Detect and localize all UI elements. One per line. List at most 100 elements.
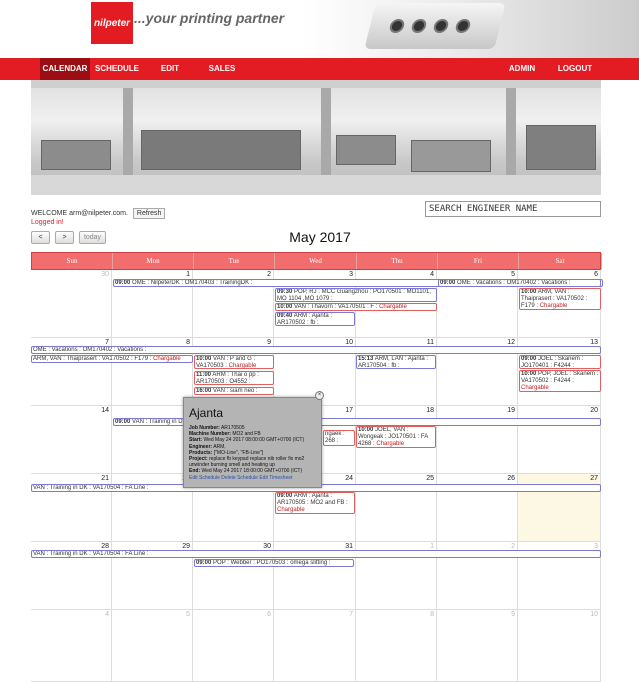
calendar-event[interactable]: 09:00 POP : Webber : PO170503 : omega sl… (194, 559, 354, 567)
day-number: 4 (105, 611, 109, 618)
event-chargable-tag: Chargable (539, 303, 568, 309)
event-title: VAN : Training in DK : VA170504 : FA Lin… (33, 551, 149, 557)
event-chargable-tag: Chargable (521, 385, 549, 391)
tagline: ...your printing partner (134, 10, 285, 26)
day-number: 21 (101, 475, 109, 482)
calendar-event[interactable]: 09:00 JOEL : Skanem : JO170401 : F4244 :… (519, 355, 601, 369)
knob-icon (432, 19, 450, 33)
calendar-event[interactable]: 11:00 ARM : Thai o pp : AR170503 : O4552… (194, 371, 274, 385)
knob-icon (388, 19, 406, 33)
day-number: 8 (186, 339, 190, 346)
calendar-event[interactable]: 10:00 VAN : Thavorn : VA170501 : F : Cha… (275, 303, 437, 311)
engineer-label: Engineer: (189, 443, 213, 450)
project-label: Project: (189, 456, 208, 463)
event-chargable-tag: Chargable (277, 507, 305, 513)
day-cell[interactable]: 4 (31, 610, 112, 682)
day-cell[interactable]: 9 (437, 610, 518, 682)
calendar-event[interactable]: 09:40 ARM : Ajanta : AR170502 : fb : (275, 312, 355, 326)
refresh-button[interactable]: Refresh (132, 208, 166, 219)
nav-schedule[interactable]: SCHEDULE (94, 58, 140, 80)
day-cell[interactable]: 10 (518, 610, 601, 682)
calendar-event[interactable]: ngaek : 268 : (323, 430, 355, 446)
event-time: 09:00 (115, 419, 131, 425)
day-number: 2 (267, 271, 271, 278)
day-number: 5 (511, 271, 515, 278)
event-time: 11:00 (196, 372, 212, 378)
day-number: 2 (511, 543, 515, 550)
control-panel-image (364, 3, 506, 49)
day-number: 12 (507, 339, 515, 346)
day-number: 30 (263, 543, 271, 550)
calendar-event[interactable]: 10:00 ARM, VAN : Thaiprasert : VA170502 … (519, 288, 601, 310)
start-label: Start: (189, 437, 203, 444)
day-cell[interactable]: 19 (437, 406, 518, 474)
job-label: Job Number: (189, 425, 220, 431)
event-time: 15:13 (358, 356, 374, 362)
event-time: 10:00 (196, 356, 212, 362)
calendar-event[interactable]: 16:00 VAN : siam neo : (194, 387, 274, 395)
event-title: VAN : Training in DK : VA170504 : FA Lin… (33, 485, 149, 491)
calendar-event[interactable]: OME : Vacations : OM170402 : Vacations : (31, 346, 601, 354)
day-cell[interactable]: 8 (356, 610, 437, 682)
machine-label: Machine Number: (189, 431, 231, 438)
chevron-right-icon: > (62, 234, 67, 241)
event-time: 09:30 (277, 289, 293, 295)
calendar-event[interactable]: 10:00 VAN : P and G : VA170503 : Chargab… (194, 355, 274, 369)
knob-icon (410, 19, 428, 33)
day-number: 7 (349, 611, 353, 618)
products-value: ["MO-Line", "FB-Line"] (213, 449, 264, 456)
popup-body: Job Number: AR170505 Machine Number: MO2… (189, 425, 319, 481)
calendar-event[interactable]: 09:00 OME : Vacations : OM170402 : Vacat… (438, 279, 601, 287)
nav-logout[interactable]: LOGOUT (555, 58, 595, 80)
event-time: 09:00 (440, 280, 456, 286)
day-cell[interactable]: 7 (274, 610, 356, 682)
day-number: 9 (267, 339, 271, 346)
day-number: 3 (349, 271, 353, 278)
nilpeter-logo[interactable]: nilpeter (91, 2, 133, 44)
close-icon[interactable]: × (315, 391, 324, 400)
today-button[interactable]: today (79, 231, 106, 244)
nav-sales[interactable]: SALES (204, 58, 240, 80)
end-label: End: (189, 468, 201, 475)
calendar-event[interactable]: ARM, VAN : Thaiprasert : VA170502 : F179… (31, 355, 193, 363)
welcome-text: WELCOME arm@nilpeter.com. (31, 210, 128, 217)
popup-actions[interactable]: Edit Schedule Delete Schedule Edit Times… (189, 475, 319, 481)
job-value: AR170505 (220, 425, 245, 431)
calendar-event[interactable]: 10:00 JOEL, VAN : Wongeak : JO170501 : F… (356, 426, 436, 448)
day-number: 18 (426, 407, 434, 414)
nav-edit[interactable]: EDIT (155, 58, 185, 80)
day-cell[interactable]: 6 (193, 610, 274, 682)
day-number: 4 (430, 271, 434, 278)
event-time: 10:00 (521, 289, 537, 295)
nav-admin[interactable]: ADMIN (505, 58, 539, 80)
calendar-event[interactable]: 09:00 ARM : Ajanta : AR170505 : MO2 and … (275, 492, 355, 514)
header: nilpeter ...your printing partner (0, 0, 639, 58)
day-cell[interactable]: 14 (31, 406, 112, 474)
event-time: 09:00 (277, 493, 293, 499)
search-engineer-input[interactable]: SEARCH ENGINEER NAME (425, 201, 601, 217)
day-number: 14 (101, 407, 109, 414)
nav-calendar[interactable]: CALENDAR (40, 58, 90, 80)
day-cell[interactable]: 20 (518, 406, 601, 474)
day-cell[interactable]: 15 (112, 406, 193, 474)
main-nav: CALENDAR SCHEDULE EDIT SALES ADMIN LOGOU… (0, 58, 639, 80)
day-number: 3 (594, 543, 598, 550)
day-cell[interactable]: 5 (112, 610, 193, 682)
next-month-button[interactable]: > (55, 231, 74, 244)
day-number: 20 (590, 407, 598, 414)
event-title: OME : Vacations : OM170402 : Vacations : (457, 280, 571, 286)
day-header-tue: Tue (194, 253, 275, 269)
calendar-event[interactable]: VAN : Training in DK : VA170504 : FA Lin… (31, 550, 601, 558)
day-number: 8 (430, 611, 434, 618)
event-time: 09:00 (196, 560, 212, 566)
calendar-event[interactable]: 09:30 POP, RJ : MCC Guangzhou : PO170501… (275, 288, 437, 302)
event-time: 10:00 (521, 371, 537, 377)
day-number: 10 (345, 339, 353, 346)
event-time: 09:00 (521, 356, 537, 362)
day-cell[interactable]: 30 (31, 270, 112, 338)
prev-month-button[interactable]: < (31, 231, 50, 244)
day-header-sat: Sat (519, 253, 602, 269)
calendar-event[interactable]: 10:00 POP, JOEL : Skanem : VA170502 : F4… (519, 370, 601, 392)
event-chargable-tag: Chargable (379, 304, 407, 310)
calendar-event[interactable]: 15:13 ARM, LAN : Ajanta : AR170504 : fb … (356, 355, 436, 369)
